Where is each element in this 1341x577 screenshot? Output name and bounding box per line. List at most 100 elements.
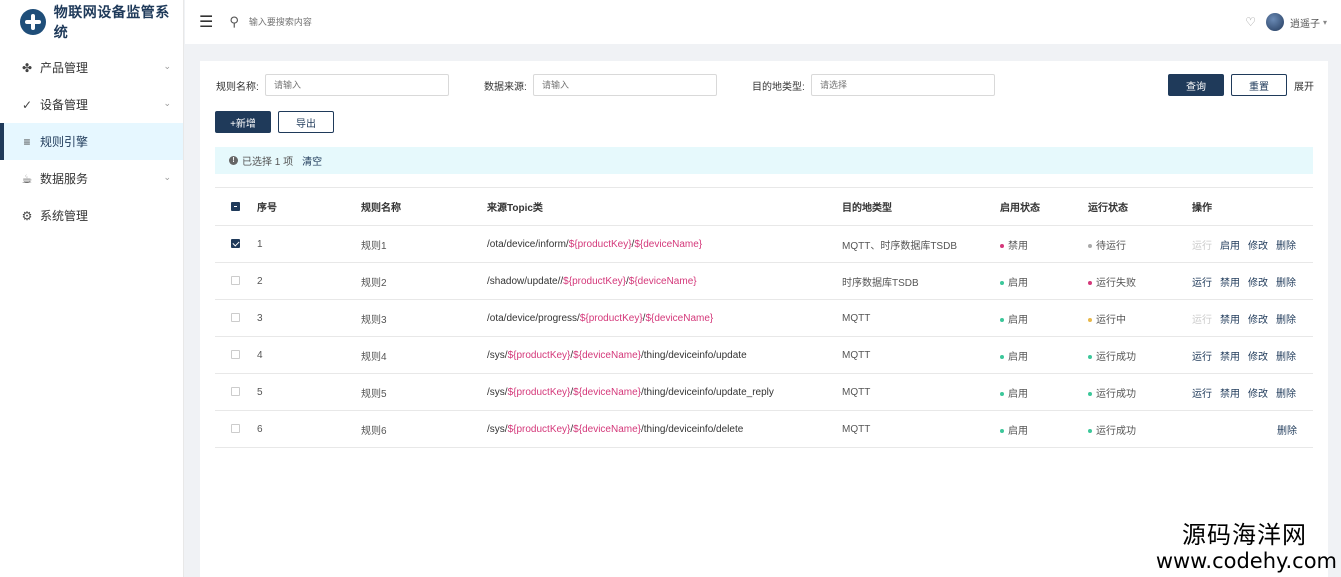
table-row[interactable]: 3 规则3/ota/device/progress/${productKey}/$… [215,299,1313,337]
filter-form: 规则名称: 数据来源: 目的地类型: 查询 重置 展开 [200,74,1328,96]
run-status-label: 运行成功 [1096,388,1136,400]
row-action-link[interactable]: 运行 [1192,389,1212,400]
rule-name-label: 规则名称: [216,82,259,93]
enable-status-label: 启用 [1008,425,1028,437]
column-header: 操作 [1192,187,1313,226]
search-input[interactable] [248,17,449,27]
rule-name-input[interactable] [265,74,449,96]
topic-variable: ${deviceName} [573,349,641,361]
row-select-cell[interactable] [215,410,257,448]
table-row[interactable]: 1 规则1/ota/device/inform/${productKey}/${d… [215,225,1313,263]
sidebar-item-devices[interactable]: ✓ 设备管理 ⌄ [0,86,183,123]
row-checkbox[interactable] [231,424,240,434]
row-action-link[interactable]: 禁用 [1220,389,1240,400]
sidebar-item-products[interactable]: ✤ 产品管理 ⌄ [0,49,183,86]
row-action-link[interactable]: 删除 [1276,352,1296,363]
row-action-link[interactable]: 修改 [1248,278,1268,289]
row-action-link[interactable]: 运行 [1192,352,1212,363]
row-action-link[interactable]: 修改 [1248,315,1268,326]
enable-status-label: 启用 [1008,388,1028,400]
column-header: 序号 [257,187,361,226]
row-checkbox[interactable] [231,313,240,323]
sidebar-item-rule-engine[interactable]: ≡ 规则引擎 [0,123,183,160]
dest-type: MQTT [842,299,1000,337]
source-topic: /ota/device/inform/${productKey}/${devic… [487,225,842,263]
topic-variable: ${productKey} [563,275,626,287]
chevron-down-icon: ⌄ [163,98,171,108]
source-topic: /shadow/update//${productKey}/${deviceNa… [487,262,842,300]
row-select-cell[interactable] [215,299,257,337]
row-action-link[interactable]: 修改 [1248,389,1268,400]
select-all-checkbox[interactable] [231,201,240,211]
clear-selection-link[interactable]: 清空 [302,153,322,168]
row-checkbox[interactable] [231,239,240,249]
run-status: 运行中 [1088,299,1192,337]
row-action-link[interactable]: 删除 [1276,278,1296,289]
row-actions: 运行 禁用 修改 删除 [1192,373,1313,411]
row-action-link[interactable]: 启用 [1220,241,1240,252]
sidebar-menu: ✤ 产品管理 ⌄ ✓ 设备管理 ⌄ ≡ 规则引擎 ☕ 数据服务 ⌄ ⚙ 系统管理 [0,49,183,234]
status-dot [1088,354,1092,359]
row-action-link[interactable]: 修改 [1248,352,1268,363]
main-card: 规则名称: 数据来源: 目的地类型: 查询 重置 展开 +新增 导出 ! 已选择… [200,61,1328,577]
reset-button[interactable]: 重置 [1231,74,1287,96]
row-action-link[interactable]: 删除 [1276,241,1296,252]
dest-type-select[interactable] [811,74,995,96]
row-action-link[interactable]: 修改 [1248,241,1268,252]
run-status-label: 运行成功 [1096,425,1136,437]
row-select-cell[interactable] [215,336,257,374]
run-status-label: 运行成功 [1096,351,1136,363]
enable-status: 启用 [1000,262,1088,300]
enable-status: 启用 [1000,373,1088,411]
search-icon[interactable]: ⚲ [229,14,239,30]
select-all-cell[interactable] [215,187,257,226]
menu-toggle-icon[interactable]: ☰ [199,12,213,32]
query-button[interactable]: 查询 [1168,74,1224,96]
row-action-link[interactable]: 运行 [1192,241,1212,252]
table-row[interactable]: 4 规则4/sys/${productKey}/${deviceName}/thi… [215,336,1313,374]
table-row[interactable]: 5 规则5/sys/${productKey}/${deviceName}/thi… [215,373,1313,411]
row-action-link[interactable]: 禁用 [1220,278,1240,289]
row-select-cell[interactable] [215,225,257,263]
topic-variable: ${productKey} [568,238,632,250]
dest-type: MQTT [842,373,1000,411]
export-button[interactable]: 导出 [278,111,334,133]
sidebar-item-system[interactable]: ⚙ 系统管理 [0,197,183,234]
row-action-link[interactable]: 删除 [1277,426,1297,437]
avatar[interactable] [1265,13,1284,31]
source-input[interactable] [533,74,717,96]
rule-name: 规则2 [361,262,487,300]
enable-status: 启用 [1000,336,1088,374]
dest-type: 时序数据库TSDB [842,262,1000,300]
row-actions: 运行 禁用 修改 删除 [1192,336,1313,374]
sidebar-item-data-service[interactable]: ☕ 数据服务 ⌄ [0,160,183,197]
username[interactable]: 逍遥子 [1290,15,1320,30]
chevron-down-icon[interactable]: ▾ [1323,18,1327,27]
row-checkbox[interactable] [231,387,240,397]
add-button[interactable]: +新增 [215,111,271,133]
row-action-link[interactable]: 删除 [1276,315,1296,326]
row-checkbox[interactable] [231,350,240,360]
expand-link[interactable]: 展开 [1294,78,1314,93]
table-row[interactable]: 6 规则6/sys/${productKey}/${deviceName}/thi… [215,410,1313,448]
row-action-link[interactable]: 禁用 [1220,315,1240,326]
row-action-link[interactable]: 运行 [1192,315,1212,326]
watermark-url: www.codehy.com [1155,549,1337,573]
row-action-link[interactable]: 禁用 [1220,352,1240,363]
watermark: 源码海洋网 www.codehy.com [1156,521,1337,574]
row-checkbox[interactable] [231,276,240,286]
row-actions: 运行 启用 修改 删除 [1192,225,1313,263]
logo-icon [20,9,46,35]
chevron-down-icon: ⌄ [163,172,171,182]
status-dot [1088,391,1092,396]
table-header-row: 序号 规则名称 来源Topic类 目的地类型 启用状态 运行状态 操作 [215,187,1313,226]
table-row[interactable]: 2 规则2/shadow/update//${productKey}/${devi… [215,262,1313,300]
row-action-link[interactable]: 运行 [1192,278,1212,289]
status-dot [1000,280,1004,285]
row-select-cell[interactable] [215,373,257,411]
app-logo[interactable]: 物联网设备监管系统 [0,0,183,44]
row-action-link[interactable]: 删除 [1276,389,1296,400]
row-select-cell[interactable] [215,262,257,300]
bell-icon[interactable]: ♡ [1245,15,1256,29]
row-index: 1 [257,225,361,263]
